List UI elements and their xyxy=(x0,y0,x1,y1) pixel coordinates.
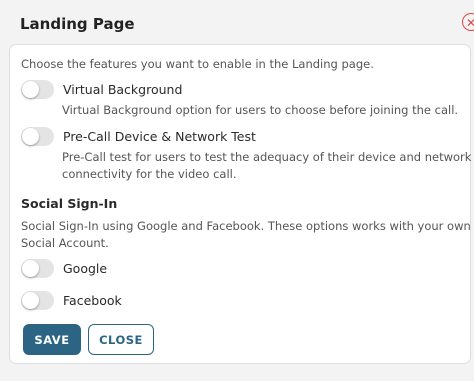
settings-panel: Choose the features you want to enable i… xyxy=(9,44,471,364)
virtual-background-toggle[interactable] xyxy=(21,80,54,99)
facebook-toggle[interactable] xyxy=(21,291,54,310)
close-button[interactable]: CLOSE xyxy=(88,324,154,355)
virtual-background-label: Virtual Background xyxy=(63,82,183,97)
pre-call-test-toggle[interactable] xyxy=(21,127,54,146)
option-google: Google xyxy=(21,259,107,278)
google-label: Google xyxy=(63,261,108,276)
facebook-label: Facebook xyxy=(63,293,122,308)
toggle-knob xyxy=(22,81,39,98)
social-sign-in-description-line-1: Social Sign-In using Google and Facebook… xyxy=(21,219,471,233)
option-pre-call-test: Pre-Call Device & Network Test xyxy=(21,127,256,146)
toggle-knob xyxy=(22,292,39,309)
save-button[interactable]: SAVE xyxy=(23,324,81,355)
social-sign-in-heading: Social Sign-In xyxy=(21,196,118,211)
social-sign-in-description-line-2: Social Account. xyxy=(21,236,109,250)
toggle-knob xyxy=(22,260,39,277)
option-virtual-background: Virtual Background xyxy=(21,80,182,99)
intro-text: Choose the features you want to enable i… xyxy=(21,57,374,71)
pre-call-test-description-line-2: connectivity for the video call. xyxy=(62,167,237,181)
option-facebook: Facebook xyxy=(21,291,122,310)
google-toggle[interactable] xyxy=(21,259,54,278)
pre-call-test-label: Pre-Call Device & Network Test xyxy=(63,129,256,144)
close-icon[interactable]: ✕ xyxy=(462,13,474,31)
toggle-knob xyxy=(22,128,39,145)
landing-page-dialog: Landing Page ✕ Choose the features you w… xyxy=(0,0,474,381)
virtual-background-description: Virtual Background option for users to c… xyxy=(62,103,459,117)
dialog-title: Landing Page xyxy=(20,15,135,33)
pre-call-test-description-line-1: Pre-Call test for users to test the adeq… xyxy=(62,150,472,164)
